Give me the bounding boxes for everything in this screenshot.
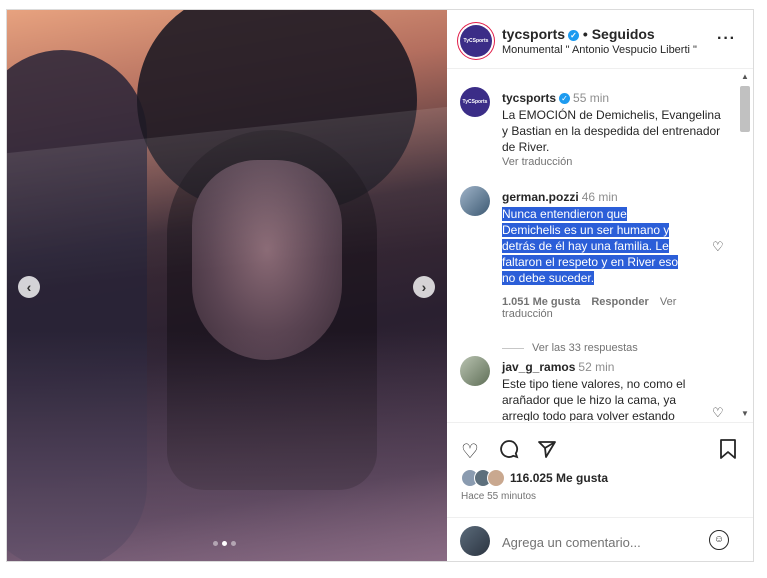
my-avatar <box>460 526 490 556</box>
comment-icon[interactable] <box>499 439 519 465</box>
carousel-dot-active <box>222 541 227 546</box>
post-actions: ♡ 116.025 Me gusta Hace 55 minutos <box>447 422 753 518</box>
verified-icon: ✓ <box>559 93 571 104</box>
comment-avatar[interactable] <box>460 186 490 216</box>
caption-text: La EMOCIÓN de Demichelis, Evangelina y B… <box>502 108 721 154</box>
scroll-down-icon[interactable]: ▼ <box>741 409 749 418</box>
caption-username[interactable]: tycsports <box>502 91 556 105</box>
comment-heart-icon[interactable]: ♡ <box>712 405 724 421</box>
caption: tycsports ✓ 55 min La EMOCIÓN de Demicheli… <box>502 89 730 168</box>
carousel-dots <box>213 541 236 546</box>
comment-text: Este tipo tiene valores, no como el arañ… <box>502 377 686 421</box>
caption-time: 55 min <box>573 91 610 105</box>
chevron-right-icon[interactable]: › <box>413 276 435 298</box>
post-sidebar: TyCSports tycsports ✓ • Seguidos Monument… <box>447 10 753 561</box>
chevron-left-icon[interactable]: ‹ <box>18 276 40 298</box>
comment-item: jav_g_ramos 52 min Este tipo tiene valore… <box>502 358 712 421</box>
emoji-icon[interactable]: ☺ <box>709 530 729 550</box>
comments-list: TyCSports tycsports ✓ 55 min La EMOCIÓN de… <box>447 69 737 421</box>
comment-meta: 1.051 Me gusta Responder Ver traducción <box>502 296 727 320</box>
comment-likes[interactable]: 1.051 Me gusta <box>502 296 580 308</box>
verified-icon: ✓ <box>568 30 580 41</box>
carousel-dot <box>231 541 236 546</box>
comment-time: 52 min <box>578 360 615 374</box>
liked-by-avatars[interactable] <box>461 469 505 487</box>
header-username: tycsports ✓ • Seguidos <box>502 26 655 42</box>
comment-heart-icon[interactable]: ♡ <box>712 239 724 255</box>
comment-username[interactable]: jav_g_ramos <box>502 360 575 374</box>
caption-avatar[interactable]: TyCSports <box>460 87 490 117</box>
comments-scrollbar[interactable]: ▲ ▼ <box>739 72 751 418</box>
caption-translate-link[interactable]: Ver traducción <box>502 156 730 168</box>
heart-icon[interactable]: ♡ <box>461 439 479 464</box>
carousel-dot <box>213 541 218 546</box>
add-comment-bar: Agrega un comentario... ☺ <box>447 517 753 562</box>
username-link[interactable]: tycsports <box>502 26 565 42</box>
view-replies[interactable]: Ver las 33 respuestas <box>502 342 727 354</box>
more-icon[interactable]: ··· <box>717 30 736 48</box>
comment-avatar[interactable] <box>460 356 490 386</box>
follow-status[interactable]: • Seguidos <box>583 26 655 42</box>
comment-time: 46 min <box>581 190 618 204</box>
instagram-post-modal: ‹ › TyCSports tycsports ✓ • Seguidos Monu… <box>6 9 754 562</box>
likes-count[interactable]: 116.025 Me gusta <box>510 471 608 485</box>
selected-text: Nunca entendieron que Demichelis es un s… <box>502 207 679 285</box>
location-link[interactable]: Monumental " Antonio Vespucio Liberti " <box>502 44 697 56</box>
post-timestamp: Hace 55 minutos <box>461 491 537 502</box>
post-header: TyCSports tycsports ✓ • Seguidos Monument… <box>447 10 753 69</box>
comment-username[interactable]: german.pozzi <box>502 190 579 204</box>
scroll-up-icon[interactable]: ▲ <box>741 72 749 81</box>
comment-input[interactable]: Agrega un comentario... <box>502 535 641 550</box>
post-image: ‹ › <box>7 10 447 561</box>
reply-button[interactable]: Responder <box>591 296 648 308</box>
account-avatar[interactable]: TyCSports <box>460 25 492 57</box>
scroll-thumb[interactable] <box>740 86 750 132</box>
share-icon[interactable] <box>537 439 557 465</box>
comment-item: german.pozzi 46 min Nunca entendieron que… <box>502 188 727 354</box>
comment-text: Nunca entendieron que Demichelis es un s… <box>502 206 687 286</box>
bookmark-icon[interactable] <box>720 439 736 465</box>
